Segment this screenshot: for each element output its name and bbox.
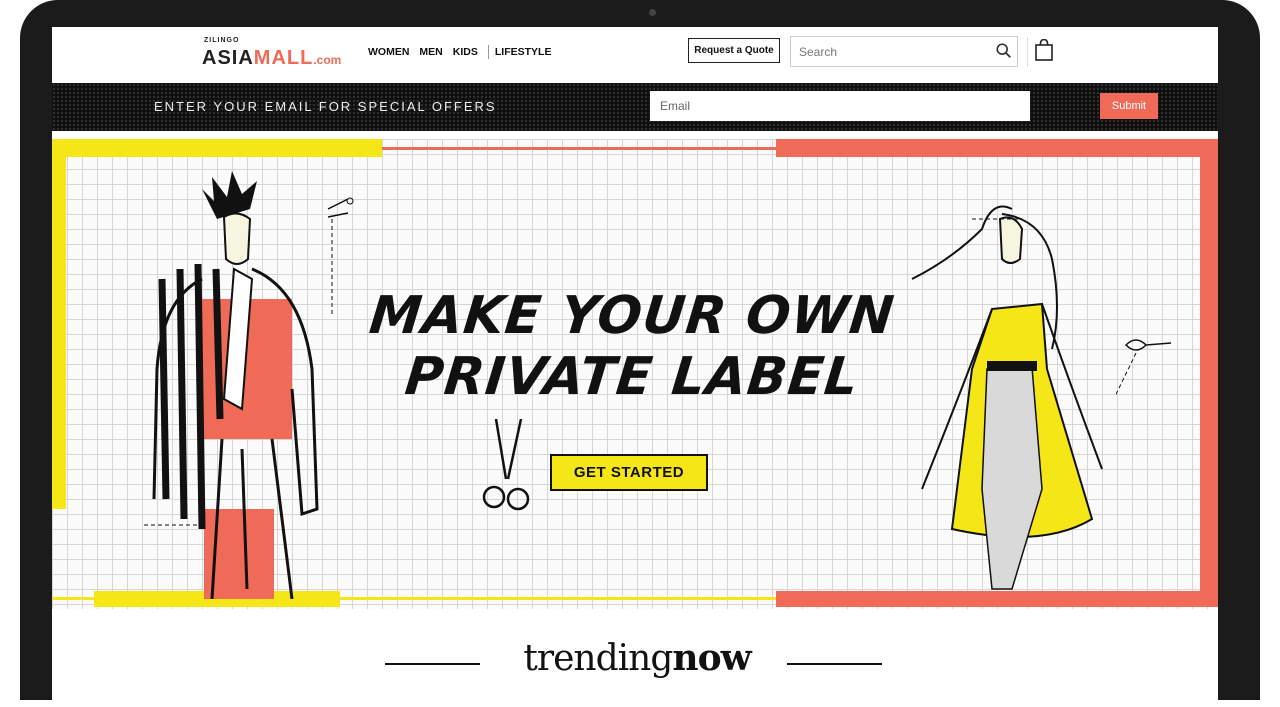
webcam xyxy=(649,9,656,16)
trending-rule-right xyxy=(787,663,882,665)
headline-line1: MAKE YOUR OWN xyxy=(366,286,898,346)
request-quote-button[interactable]: Request a Quote xyxy=(688,38,780,63)
search-input[interactable] xyxy=(799,43,989,61)
hero-headline: MAKE YOUR OWN PRIVATE LABEL xyxy=(352,286,912,407)
main-nav: WOMEN MEN KIDS LIFESTYLE xyxy=(368,45,561,59)
newsletter-bar: ENTER YOUR EMAIL FOR SPECIAL OFFERS Subm… xyxy=(52,83,1218,131)
yellow-bar-top xyxy=(52,139,382,157)
site-logo[interactable]: ZILINGO ASIAMALL.com xyxy=(202,35,352,75)
headline-line2: PRIVATE LABEL xyxy=(402,346,862,407)
nav-lifestyle[interactable]: LIFESTYLE xyxy=(495,46,552,58)
logo-brand-small: ZILINGO xyxy=(204,37,240,44)
coral-line-top xyxy=(382,147,777,150)
newsletter-prompt: ENTER YOUR EMAIL FOR SPECIAL OFFERS xyxy=(154,99,497,114)
email-field[interactable] xyxy=(650,91,1030,121)
submit-button[interactable]: Submit xyxy=(1100,93,1158,119)
logo-wordmark: ASIAMALL.com xyxy=(202,47,342,69)
male-fashion-sketch xyxy=(142,171,319,599)
hero-banner: MAKE YOUR OWN PRIVATE LABEL GET STARTED xyxy=(52,139,1218,609)
trending-now-section: trendingnow xyxy=(52,637,1218,687)
search-field xyxy=(790,36,1018,67)
nav-women[interactable]: WOMEN xyxy=(368,46,409,58)
header-divider xyxy=(1027,37,1028,67)
trending-title: trendingnow xyxy=(523,637,751,679)
shopping-bag-icon[interactable] xyxy=(1034,39,1054,61)
get-started-button[interactable]: GET STARTED xyxy=(550,454,708,491)
measuring-tape-icon xyxy=(1116,339,1172,396)
trending-rule-left xyxy=(385,663,480,665)
yellow-bar-left xyxy=(52,139,66,509)
scissors-icon xyxy=(482,419,530,511)
search-icon[interactable] xyxy=(995,42,1013,60)
site-header: ZILINGO ASIAMALL.com WOMEN MEN KIDS LIFE… xyxy=(52,27,1218,83)
coral-bar-top xyxy=(776,139,1218,157)
nav-divider xyxy=(487,45,489,59)
coral-bar-right xyxy=(1200,139,1218,607)
nav-men[interactable]: MEN xyxy=(419,46,442,58)
nav-kids[interactable]: KIDS xyxy=(453,46,478,58)
browser-viewport: ZILINGO ASIAMALL.com WOMEN MEN KIDS LIFE… xyxy=(52,27,1218,707)
female-fashion-sketch xyxy=(911,205,1103,590)
